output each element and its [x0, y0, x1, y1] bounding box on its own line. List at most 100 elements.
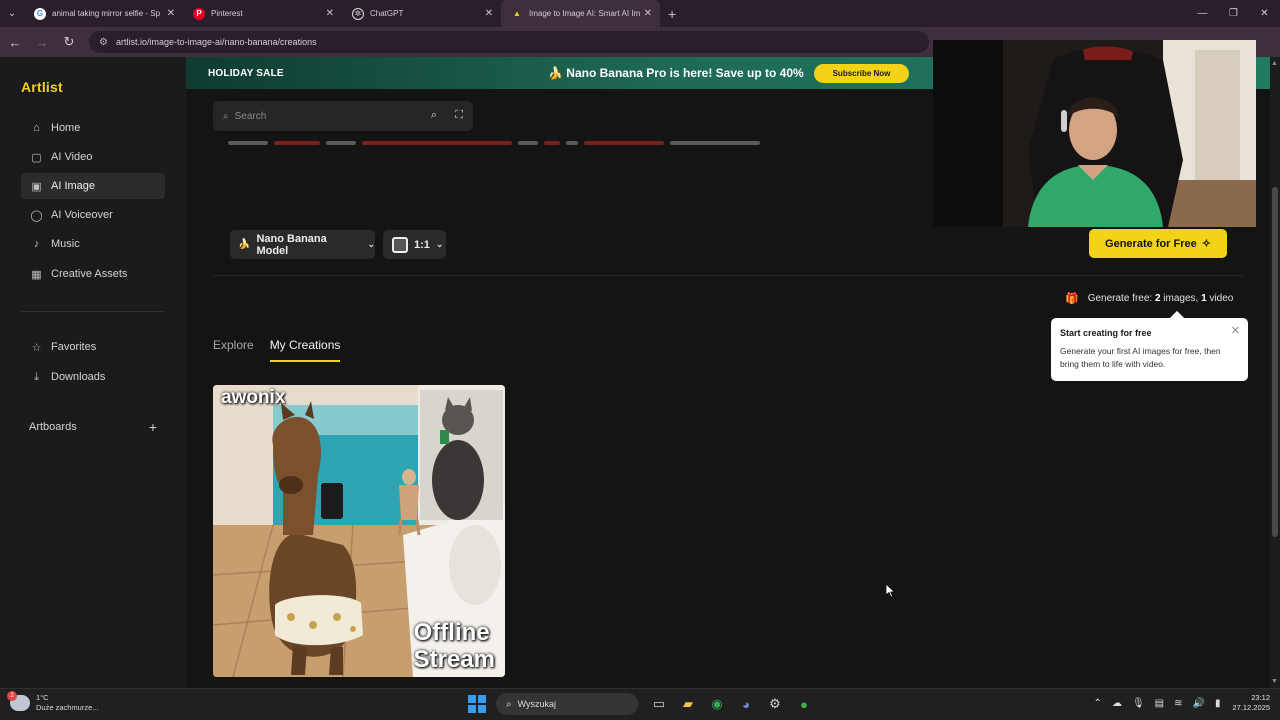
- scroll-up-icon[interactable]: ▲: [1271, 60, 1278, 67]
- close-window-icon[interactable]: ✕: [1249, 0, 1280, 27]
- weather-widget[interactable]: 2 1°C Duże zachmurze...: [7, 691, 99, 713]
- close-tab-icon[interactable]: ✕: [644, 8, 652, 19]
- windows-taskbar: 2 1°C Duże zachmurze... ⌕ Wyszukaj ▭ ▰ ◉…: [0, 688, 1280, 720]
- sidebar-item-home[interactable]: ⌂ Home: [21, 115, 165, 141]
- aspect-ratio-icon: [392, 236, 408, 253]
- tab-title: Pinterest: [211, 9, 243, 18]
- model-label: Nano Banana Model: [256, 232, 327, 257]
- holiday-sale-label: HOLIDAY SALE: [208, 67, 284, 79]
- close-icon[interactable]: ✕: [1231, 324, 1240, 337]
- sidebar-item-ai-image[interactable]: ▣ AI Image: [21, 173, 165, 199]
- page-scrollbar[interactable]: ▲ ▼: [1270, 57, 1280, 688]
- language-icon[interactable]: ▤: [1155, 698, 1164, 709]
- sparkle-icon: ✧: [1201, 238, 1211, 250]
- url-text: artlist.io/image-to-image-ai/nano-banana…: [115, 37, 317, 47]
- sidebar-item-ai-video[interactable]: ▢ AI Video: [21, 144, 165, 170]
- clock-time: 23:12: [1251, 693, 1270, 702]
- reload-icon[interactable]: ↻: [57, 30, 81, 54]
- sidebar-item-downloads[interactable]: ⤓ Downloads: [21, 364, 165, 390]
- close-tab-icon[interactable]: ✕: [485, 8, 493, 19]
- free-images-unit: images,: [1160, 293, 1202, 304]
- star-icon: ☆: [31, 341, 42, 354]
- battery-icon[interactable]: ▮: [1215, 698, 1221, 709]
- sidebar-item-label: AI Image: [51, 180, 96, 192]
- system-clock[interactable]: 23:12 27.12.2025: [1232, 693, 1270, 713]
- taskbar-apps: ⌕ Wyszukaj ▭ ▰ ◉ ◕ ⚙ ●: [468, 693, 822, 715]
- file-explorer-icon[interactable]: ▰: [677, 693, 699, 715]
- url-field[interactable]: ⚙ artlist.io/image-to-image-ai/nano-bana…: [89, 31, 929, 53]
- generate-button[interactable]: Generate for Free ✧: [1089, 229, 1227, 258]
- task-view-icon[interactable]: ▭: [648, 693, 670, 715]
- subscribe-now-button[interactable]: Subscribe Now: [814, 64, 909, 83]
- tab-explore[interactable]: Explore: [213, 338, 254, 362]
- artboards-label[interactable]: Artboards: [29, 421, 77, 433]
- artlist-logo[interactable]: Artlist: [21, 79, 63, 95]
- search-submit-icon[interactable]: ⌕: [431, 109, 437, 122]
- taskbar-search[interactable]: ⌕ Wyszukaj: [496, 693, 638, 715]
- browser-tab[interactable]: P Pinterest ✕: [183, 0, 342, 27]
- windows-start-icon[interactable]: [468, 695, 486, 713]
- model-selector[interactable]: 🍌 Nano Banana Model ⌄: [230, 230, 375, 259]
- visual-search-icon[interactable]: ⛶: [455, 109, 463, 122]
- banana-icon: 🍌: [238, 239, 251, 250]
- scrollbar-thumb[interactable]: [1272, 187, 1278, 537]
- aspect-ratio-selector[interactable]: 1:1 ⌄: [383, 230, 446, 259]
- back-icon[interactable]: ←: [3, 30, 27, 54]
- tab-search-chevron-icon[interactable]: ⌄: [0, 0, 24, 27]
- search-icon: ⌕: [506, 698, 512, 710]
- volume-icon[interactable]: 🔊: [1192, 698, 1204, 709]
- mouse-cursor-icon: [886, 584, 896, 598]
- minimize-icon[interactable]: —: [1187, 0, 1218, 27]
- weather-temp: 1°C: [36, 693, 49, 702]
- site-info-icon[interactable]: ⚙: [99, 37, 108, 48]
- tooltip-arrow: [1169, 310, 1185, 326]
- steam-icon[interactable]: ⚙: [764, 693, 786, 715]
- tab-my-creations[interactable]: My Creations: [269, 338, 340, 362]
- restore-icon[interactable]: ❐: [1218, 0, 1249, 27]
- microphone-icon[interactable]: 🎙: [1132, 698, 1145, 709]
- chrome-icon[interactable]: ◉: [706, 693, 728, 715]
- caption-line: Stream: [413, 646, 495, 673]
- creation-card[interactable]: awonix Offline Stream: [213, 385, 505, 677]
- scroll-down-icon[interactable]: ▼: [1271, 678, 1278, 685]
- artlist-icon: ▲: [513, 9, 521, 18]
- free-generations-info: 🎁 Generate free: 2 images, 1 video: [1065, 292, 1233, 305]
- sidebar-item-label: Creative Assets: [51, 268, 128, 280]
- forward-icon[interactable]: →: [30, 30, 54, 54]
- generate-label: Generate for Free: [1105, 237, 1197, 250]
- tab-title: Image to Image AI: Smart AI Im: [529, 9, 641, 18]
- prompt-text-redacted[interactable]: [228, 141, 808, 149]
- browser-tab-active[interactable]: ▲ Image to Image AI: Smart AI Im ✕: [501, 0, 660, 27]
- tab-title: animal taking mirror selfie - Sp: [52, 9, 161, 18]
- close-tab-icon[interactable]: ✕: [167, 8, 175, 19]
- tab-title: ChatGPT: [370, 9, 404, 18]
- sidebar-item-ai-voiceover[interactable]: ◯ AI Voiceover: [21, 202, 165, 228]
- ai-video-icon: ▢: [31, 151, 42, 164]
- new-tab-icon[interactable]: +: [668, 6, 676, 22]
- close-tab-icon[interactable]: ✕: [326, 8, 334, 19]
- music-icon: ♪: [33, 238, 40, 250]
- browser-tab[interactable]: G animal taking mirror selfie - Sp ✕: [24, 0, 183, 27]
- search-input[interactable]: ⌕ Search ⌕ ⛶: [213, 101, 473, 131]
- search-icon: ⌕: [223, 110, 229, 122]
- tooltip-body: Generate your first AI images for free, …: [1060, 346, 1221, 369]
- discord-icon[interactable]: ◕: [735, 693, 757, 715]
- sidebar-item-creative-assets[interactable]: ▦ Creative Assets: [21, 261, 165, 287]
- sidebar-item-music[interactable]: ♪ Music: [21, 231, 165, 257]
- sidebar-item-favorites[interactable]: ☆ Favorites: [21, 334, 165, 360]
- wifi-icon[interactable]: ≋: [1174, 698, 1182, 709]
- gallery-tabs: Explore My Creations: [213, 338, 356, 362]
- chevron-down-icon: ⌄: [367, 239, 375, 249]
- browser-tab[interactable]: ✲ ChatGPT ✕: [342, 0, 501, 27]
- weather-desc: Duże zachmurze...: [36, 703, 99, 712]
- green-app-icon[interactable]: ●: [793, 693, 815, 715]
- onedrive-icon[interactable]: ☁: [1112, 698, 1122, 709]
- chevron-up-icon[interactable]: ⌃: [1094, 698, 1102, 709]
- window-controls: — ❐ ✕: [1187, 0, 1280, 27]
- webcam-overlay: [933, 40, 1256, 227]
- creation-caption-top: awonix: [221, 387, 286, 408]
- artboards-section: Artboards +: [29, 419, 157, 435]
- sidebar-item-label: Home: [51, 122, 81, 134]
- home-icon: ⌂: [33, 122, 40, 134]
- add-artboard-icon[interactable]: +: [149, 419, 157, 435]
